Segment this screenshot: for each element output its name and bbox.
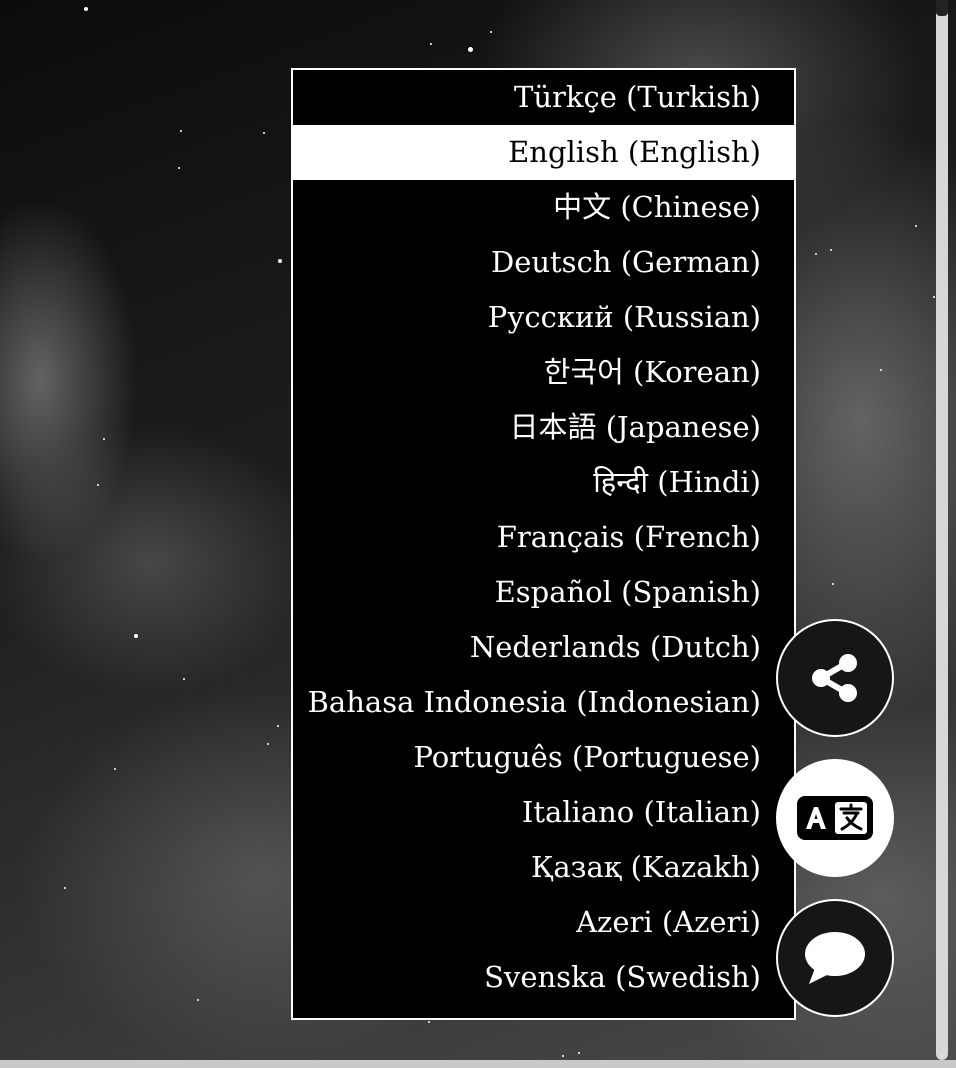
star — [197, 999, 199, 1001]
star — [103, 438, 105, 440]
language-option-indonesian[interactable]: Bahasa Indonesia (Indonesian) — [293, 675, 794, 730]
language-option-russian[interactable]: Русский (Russian) — [293, 290, 794, 345]
language-option-hindi[interactable]: हिन्दी (Hindi) — [293, 455, 794, 510]
language-option-english[interactable]: English (English) — [293, 125, 794, 180]
star — [880, 369, 882, 371]
language-option-dutch[interactable]: Nederlands (Dutch) — [293, 620, 794, 675]
star — [933, 296, 935, 298]
language-option-spanish[interactable]: Español (Spanish) — [293, 565, 794, 620]
star — [267, 743, 269, 745]
vertical-scrollbar[interactable] — [936, 0, 948, 1060]
language-option-portuguese[interactable]: Português (Portuguese) — [293, 730, 794, 785]
star — [263, 132, 265, 134]
star — [278, 259, 282, 263]
star — [468, 47, 473, 52]
star — [815, 253, 817, 255]
share-button[interactable] — [776, 619, 894, 737]
language-option-turkish[interactable]: Türkçe (Turkish) — [293, 70, 794, 125]
star — [562, 1055, 564, 1057]
share-icon — [812, 654, 857, 702]
star — [134, 634, 138, 638]
star — [830, 249, 832, 251]
star — [277, 725, 279, 727]
star — [97, 484, 99, 486]
star — [578, 1052, 580, 1054]
chat-button[interactable] — [776, 899, 894, 1017]
language-option-korean[interactable]: 한국어 (Korean) — [293, 345, 794, 400]
star — [183, 678, 185, 680]
translate-icon — [797, 796, 873, 840]
language-option-german[interactable]: Deutsch (German) — [293, 235, 794, 290]
language-option-french[interactable]: Français (French) — [293, 510, 794, 565]
star — [490, 31, 492, 33]
language-option-chinese[interactable]: 中文 (Chinese) — [293, 180, 794, 235]
star — [64, 887, 66, 889]
star — [915, 225, 917, 227]
language-option-kazakh[interactable]: Қазақ (Kazakh) — [293, 840, 794, 895]
star — [430, 43, 432, 45]
star — [180, 130, 182, 132]
language-option-azeri[interactable]: Azeri (Azeri) — [293, 895, 794, 950]
page-viewport: Türkçe (Turkish) English (English) 中文 (C… — [0, 0, 956, 1068]
vertical-scrollbar-thumb[interactable] — [936, 0, 948, 16]
chat-bubble-icon — [805, 932, 865, 984]
star — [428, 1021, 430, 1023]
horizontal-scrollbar[interactable] — [0, 1060, 956, 1068]
language-option-swedish[interactable]: Svenska (Swedish) — [293, 950, 794, 1005]
star — [178, 167, 180, 169]
translate-button[interactable] — [776, 759, 894, 877]
star — [84, 7, 88, 11]
language-menu: Türkçe (Turkish) English (English) 中文 (C… — [291, 68, 796, 1020]
star — [832, 583, 834, 585]
star — [114, 768, 116, 770]
language-option-japanese[interactable]: 日本語 (Japanese) — [293, 400, 794, 455]
language-option-italian[interactable]: Italiano (Italian) — [293, 785, 794, 840]
